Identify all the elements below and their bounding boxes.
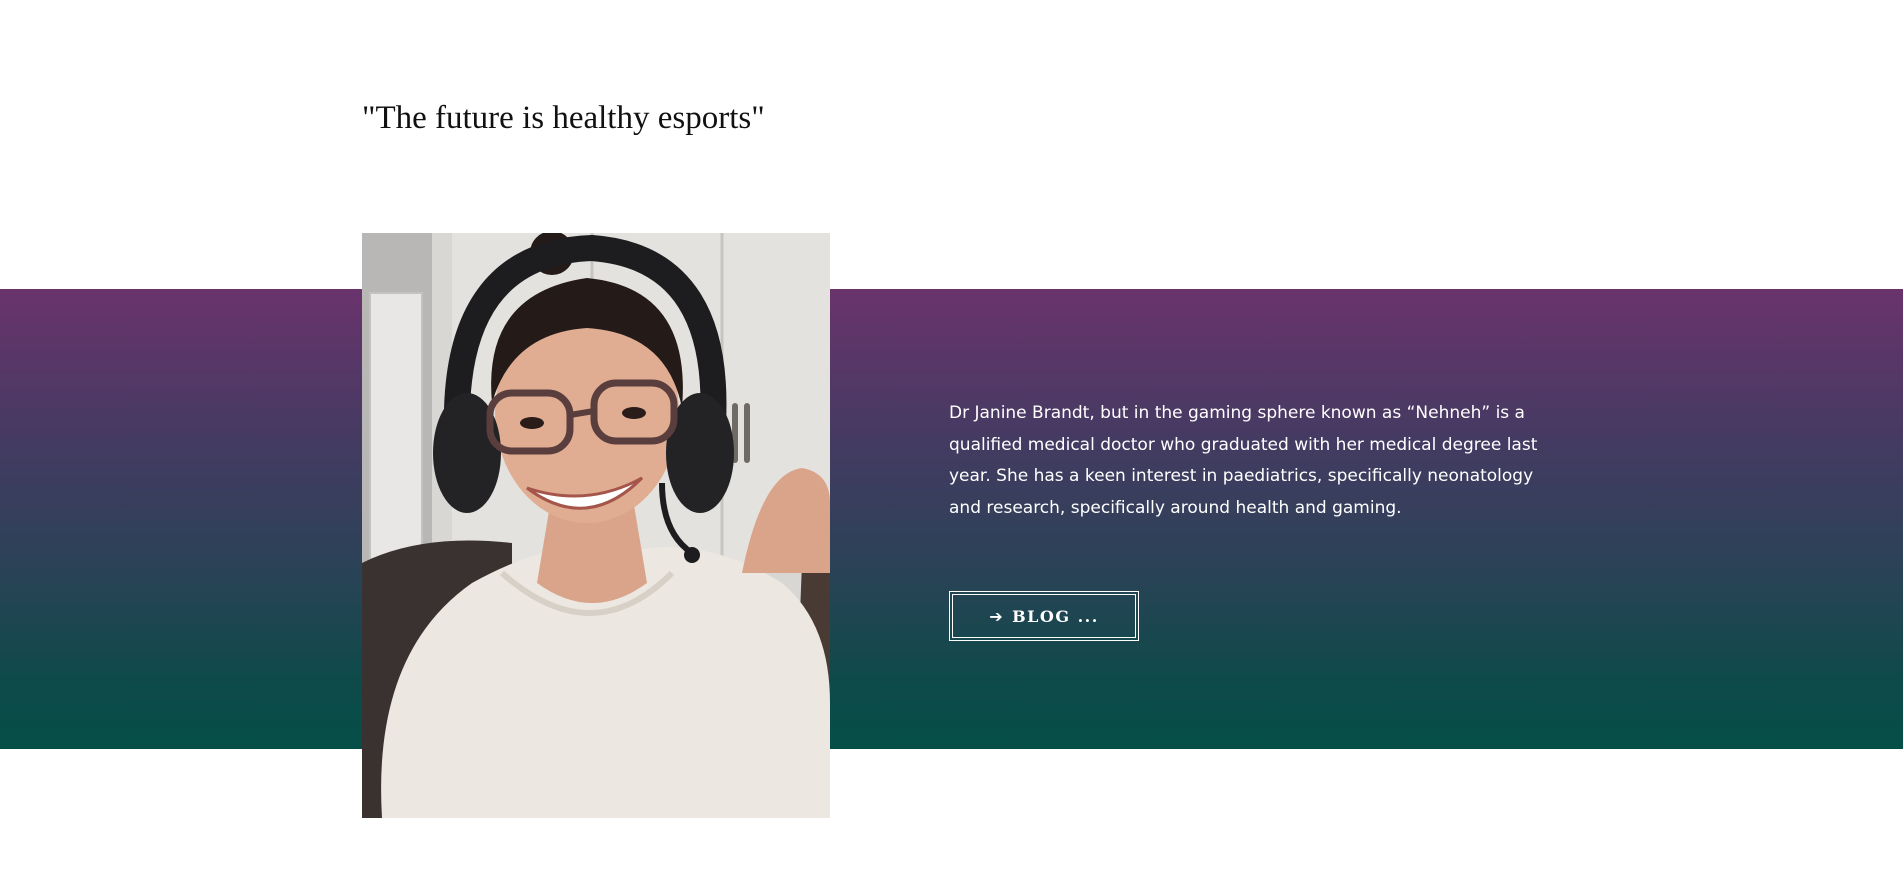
arrow-right-icon: ➔ [989, 606, 1005, 626]
profile-photo-illustration [362, 233, 830, 818]
blog-button-label: BLOG ... [1012, 606, 1099, 626]
page: "The future is healthy esports" Dr Janin… [0, 0, 1903, 893]
bio-text: Dr Janine Brandt, but in the gaming sphe… [949, 403, 1538, 518]
blog-button-inner[interactable]: ➔ BLOG ... [952, 594, 1136, 638]
blog-button[interactable]: ➔ BLOG ... [949, 591, 1139, 641]
profile-photo [362, 233, 830, 818]
page-title: "The future is healthy esports" [362, 100, 765, 136]
